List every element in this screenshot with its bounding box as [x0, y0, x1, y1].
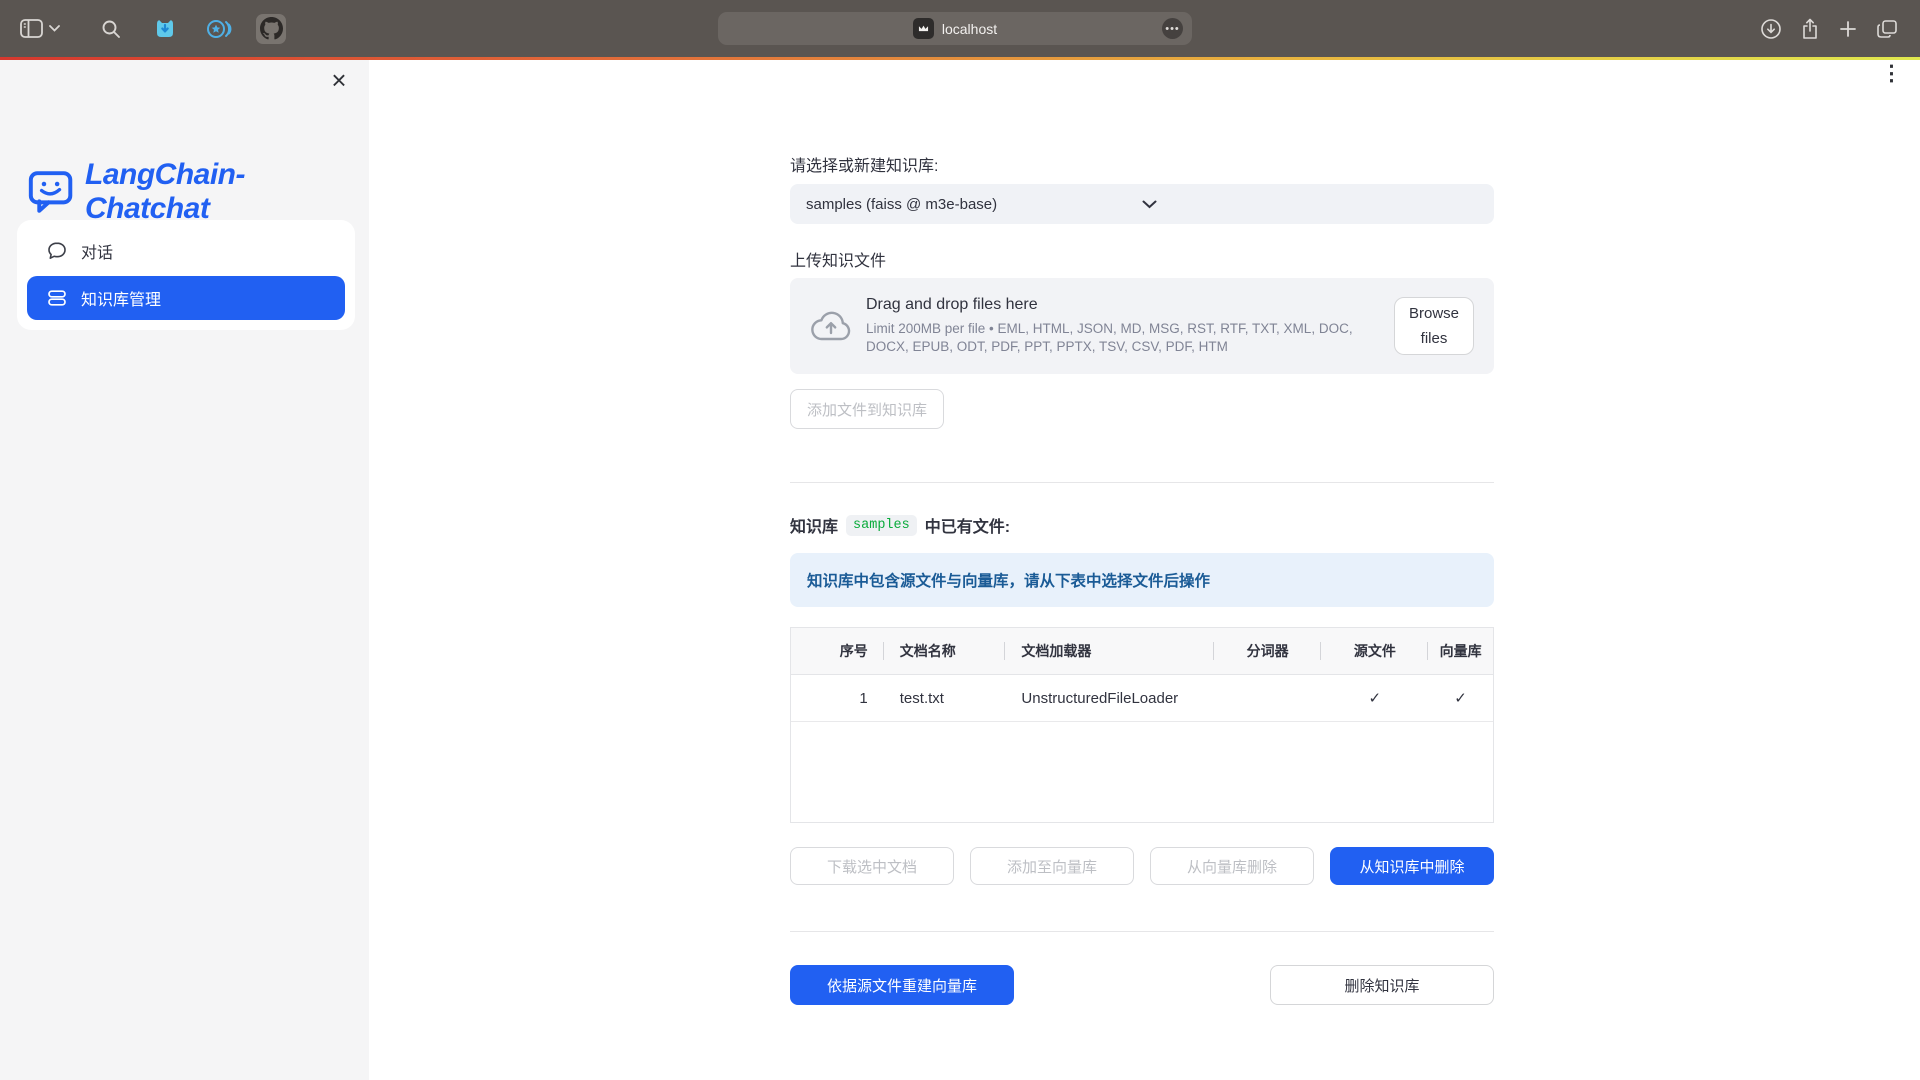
file-action-buttons: 下载选中文档 添加至向量库 从向量库删除 从知识库中删除 [790, 847, 1494, 885]
cell-no: 1 [791, 690, 884, 707]
url-text: localhost [942, 21, 997, 37]
divider [790, 931, 1494, 932]
app-menu-icon[interactable]: ⋮ [1881, 64, 1902, 84]
logo-chat-icon [28, 170, 75, 214]
col-header-source: 源文件 [1321, 641, 1428, 661]
chevron-down-icon[interactable] [49, 25, 60, 32]
share-icon[interactable] [1800, 17, 1820, 41]
rebuild-vector-store-button[interactable]: 依据源文件重建向量库 [790, 965, 1014, 1005]
table-header-row: 序号 文档名称 文档加载器 分词器 源文件 向量库 [791, 628, 1493, 675]
add-files-to-kb-button[interactable]: 添加文件到知识库 [790, 389, 944, 429]
add-to-vector-button[interactable]: 添加至向量库 [970, 847, 1134, 885]
cell-vector-check: ✓ [1428, 689, 1493, 707]
info-banner: 知识库中包含源文件与向量库，请从下表中选择文件后操作 [790, 553, 1494, 607]
new-tab-icon[interactable] [1838, 19, 1858, 39]
app: × LangChain-Chatchat [0, 60, 1920, 1080]
main-content: 请选择或新建知识库: samples (faiss @ m3e-base) 上传… [790, 60, 1494, 1005]
download-icon[interactable] [1760, 18, 1782, 40]
sidebar-toggle-group[interactable] [20, 19, 60, 38]
logo-text: LangChain-Chatchat [85, 158, 369, 226]
upload-files-label: 上传知识文件 [790, 247, 1494, 271]
browser-toolbar: localhost ••• [0, 0, 1920, 57]
cat-extension-icon[interactable] [150, 14, 180, 44]
delete-from-kb-button[interactable]: 从知识库中删除 [1330, 847, 1494, 885]
cell-loader: UnstructuredFileLoader [1005, 690, 1213, 707]
nav-item-kb-management[interactable]: 知识库管理 [27, 276, 345, 320]
divider [790, 482, 1494, 483]
col-header-loader: 文档加载器 [1005, 641, 1213, 661]
col-header-splitter: 分词器 [1214, 641, 1322, 661]
url-bar[interactable]: localhost ••• [718, 12, 1192, 45]
nav-item-label: 对话 [81, 239, 113, 263]
nav-item-dialogue[interactable]: 对话 [27, 230, 345, 272]
rings-extension-icon[interactable] [204, 14, 234, 44]
delete-kb-button[interactable]: 删除知识库 [1270, 965, 1494, 1005]
browse-files-button[interactable]: Browse files [1394, 297, 1474, 355]
sidebar-nav: 对话 知识库管理 [17, 220, 355, 330]
github-icon[interactable] [256, 14, 286, 44]
col-header-name: 文档名称 [884, 641, 1006, 661]
table-row[interactable]: 1 test.txt UnstructuredFileLoader ✓ ✓ [791, 675, 1493, 722]
dropzone-hint: Limit 200MB per file • EML, HTML, JSON, … [866, 320, 1391, 356]
download-selected-button[interactable]: 下载选中文档 [790, 847, 954, 885]
kb-files-title-prefix: 知识库 [790, 513, 838, 537]
file-dropzone[interactable]: Drag and drop files here Limit 200MB per… [790, 278, 1494, 374]
sidebar-toggle-icon[interactable] [20, 19, 43, 38]
kb-files-title-suffix: 中已有文件: [925, 513, 1010, 537]
screen: localhost ••• [0, 0, 1920, 1080]
site-favicon [913, 18, 934, 39]
sidebar: × LangChain-Chatchat [0, 60, 369, 1080]
chat-bubble-icon [47, 241, 67, 261]
col-header-vector: 向量库 [1428, 641, 1493, 661]
kb-files-table: 序号 文档名称 文档加载器 分词器 源文件 向量库 1 test.txt Uns… [790, 627, 1494, 823]
kb-selectbox[interactable]: samples (faiss @ m3e-base) [790, 184, 1494, 224]
select-chevron-down-icon [1142, 200, 1478, 209]
kb-selected-value: samples (faiss @ m3e-base) [806, 196, 1142, 213]
col-header-no: 序号 [791, 641, 884, 661]
kb-name-code: samples [846, 515, 917, 536]
cell-source-check: ✓ [1321, 689, 1428, 707]
kb-action-buttons: 依据源文件重建向量库 删除知识库 [790, 965, 1494, 1005]
app-logo: LangChain-Chatchat [28, 158, 369, 226]
sidebar-close-button[interactable]: × [325, 66, 353, 94]
nav-item-label: 知识库管理 [81, 286, 161, 310]
kb-files-title: 知识库 samples 中已有文件: [790, 513, 1494, 537]
cloud-upload-icon [810, 309, 852, 343]
cell-name: test.txt [884, 690, 1006, 707]
kb-select-label: 请选择或新建知识库: [790, 152, 1494, 176]
search-icon[interactable] [96, 14, 126, 44]
tab-overview-icon[interactable] [1876, 19, 1898, 39]
page-settings-icon[interactable]: ••• [1162, 18, 1183, 39]
kb-stack-icon [47, 288, 67, 308]
dropzone-title: Drag and drop files here [866, 296, 1394, 314]
remove-from-vector-button[interactable]: 从向量库删除 [1150, 847, 1314, 885]
